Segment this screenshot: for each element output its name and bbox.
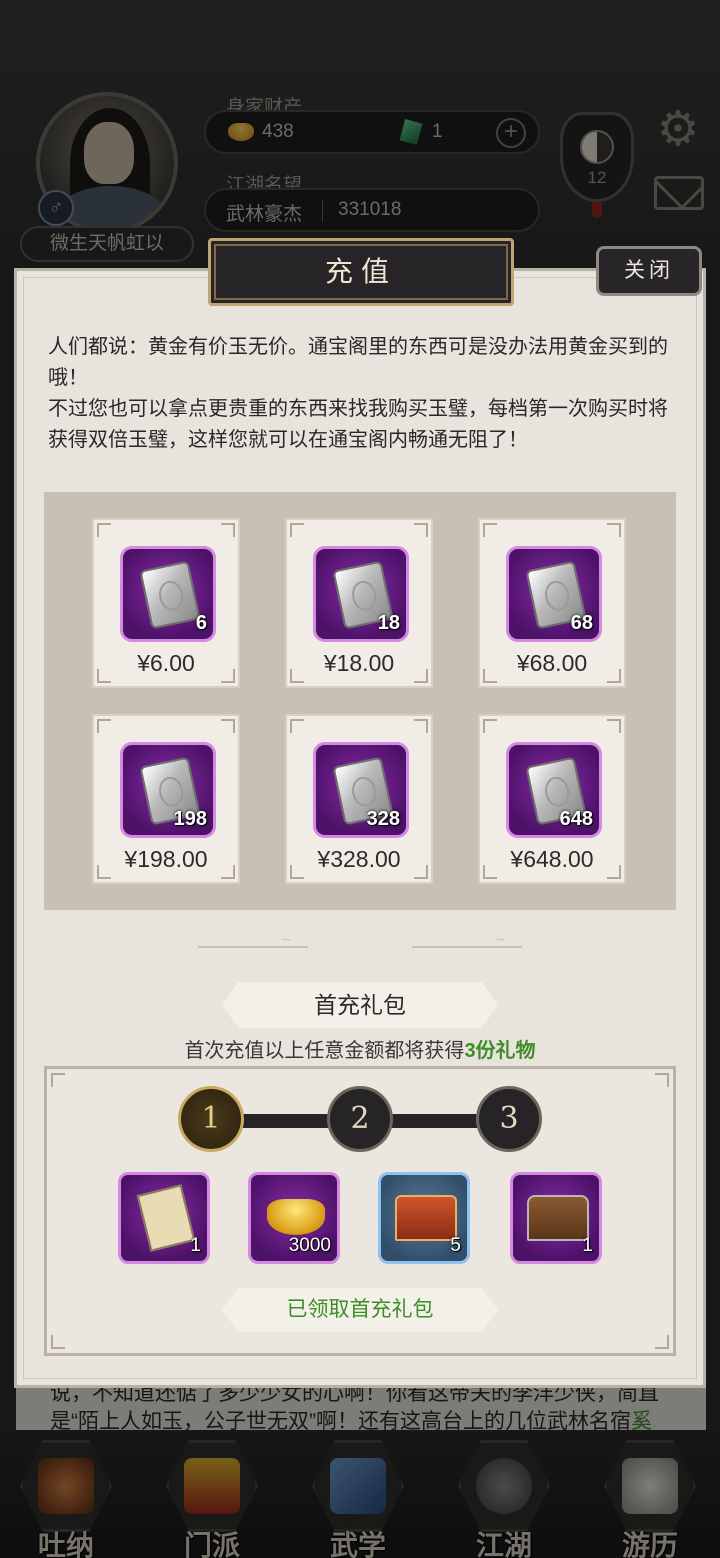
pack-quantity: 6 — [195, 612, 207, 634]
gift-step-3[interactable]: 3 — [476, 1086, 542, 1152]
intro-text: 人们都说：黄金有价玉无价。通宝阁里的东西可是没办法用黄金买到的哦！ 不过您也可以… — [48, 332, 674, 456]
divider-ornament-right — [412, 932, 522, 956]
divider-ornament-left — [198, 932, 308, 956]
reward-quantity: 1 — [190, 1235, 201, 1256]
gift-step-1[interactable]: 1 — [178, 1086, 244, 1152]
first-gift-title: 首充礼包 — [222, 982, 498, 1028]
pack-quantity: 198 — [173, 808, 207, 830]
card-corner — [221, 719, 235, 733]
recharge-card-648[interactable]: 648 ¥648.00 — [478, 714, 626, 884]
dialog-title-plate: 充值 — [208, 238, 514, 306]
gift-count-highlight: 3份礼物 — [464, 1040, 536, 1062]
card-corner — [483, 719, 497, 733]
pack-price: ¥648.00 — [510, 846, 594, 872]
pack-quantity: 18 — [377, 612, 400, 634]
gold-ingot-icon — [267, 1199, 325, 1235]
pack-price: ¥18.00 — [323, 650, 395, 676]
jade-pack-icon: 198 — [120, 742, 216, 838]
gift-desc-text: 首次充值以上任意金额都将获得 — [184, 1040, 465, 1062]
claimed-gift-button[interactable]: 已领取首充礼包 — [222, 1288, 498, 1332]
recharge-card-68[interactable]: 68 ¥68.00 — [478, 518, 626, 688]
card-corner — [97, 523, 111, 537]
pack-quantity: 328 — [366, 808, 400, 830]
pack-quantity: 68 — [570, 612, 593, 634]
card-corner — [607, 523, 621, 537]
recharge-card-18[interactable]: 18 ¥18.00 — [285, 518, 433, 688]
pack-price: ¥68.00 — [516, 650, 588, 676]
panel-corner — [51, 1073, 65, 1087]
secret-book-icon — [136, 1184, 196, 1252]
intro-paragraph-1: 人们都说：黄金有价玉无价。通宝阁里的东西可是没办法用黄金买到的哦！ — [48, 336, 668, 389]
step-connector-1 — [240, 1114, 338, 1128]
reward-gold-ingot[interactable]: 3000 — [248, 1172, 340, 1264]
pack-price: ¥6.00 — [137, 650, 195, 676]
panel-corner — [655, 1073, 669, 1087]
dialog-title: 充值 — [324, 255, 397, 288]
card-corner — [483, 523, 497, 537]
jade-pack-icon: 6 — [120, 546, 216, 642]
pack-price: ¥328.00 — [317, 846, 401, 872]
reward-red-chest[interactable]: 5 — [378, 1172, 470, 1264]
first-gift-description: 首次充值以上任意金额都将获得3份礼物 — [0, 1034, 720, 1063]
jade-pack-icon: 18 — [313, 546, 409, 642]
card-corner — [607, 719, 621, 733]
recharge-card-6[interactable]: 6 ¥6.00 — [92, 518, 240, 688]
panel-corner — [51, 1335, 65, 1349]
red-chest-icon — [395, 1195, 457, 1241]
recharge-card-328[interactable]: 328 ¥328.00 — [285, 714, 433, 884]
reward-quantity: 1 — [582, 1235, 593, 1256]
reward-quantity: 5 — [450, 1235, 461, 1256]
reward-quantity: 3000 — [288, 1235, 331, 1256]
jade-pack-icon: 648 — [506, 742, 602, 838]
treasure-chest-icon — [527, 1195, 589, 1241]
close-button[interactable]: 关闭 — [596, 246, 702, 296]
card-corner — [97, 719, 111, 733]
card-corner — [221, 523, 235, 537]
pack-price: ¥198.00 — [124, 846, 208, 872]
panel-corner — [655, 1335, 669, 1349]
reward-treasure-chest[interactable]: 1 — [510, 1172, 602, 1264]
jade-pack-icon: 68 — [506, 546, 602, 642]
card-corner — [414, 523, 428, 537]
jade-pack-icon: 328 — [313, 742, 409, 838]
card-corner — [290, 719, 304, 733]
card-corner — [290, 523, 304, 537]
reward-secret-book[interactable]: 1 — [118, 1172, 210, 1264]
pack-quantity: 648 — [559, 808, 593, 830]
gift-step-2[interactable]: 2 — [327, 1086, 393, 1152]
intro-paragraph-2: 不过您也可以拿点更贵重的东西来找我购买玉璧，每档第一次购买时将获得双倍玉璧，这样… — [48, 398, 668, 451]
step-connector-2 — [388, 1114, 486, 1128]
recharge-card-198[interactable]: 198 ¥198.00 — [92, 714, 240, 884]
card-corner — [414, 719, 428, 733]
jade-tablet — [139, 560, 201, 630]
